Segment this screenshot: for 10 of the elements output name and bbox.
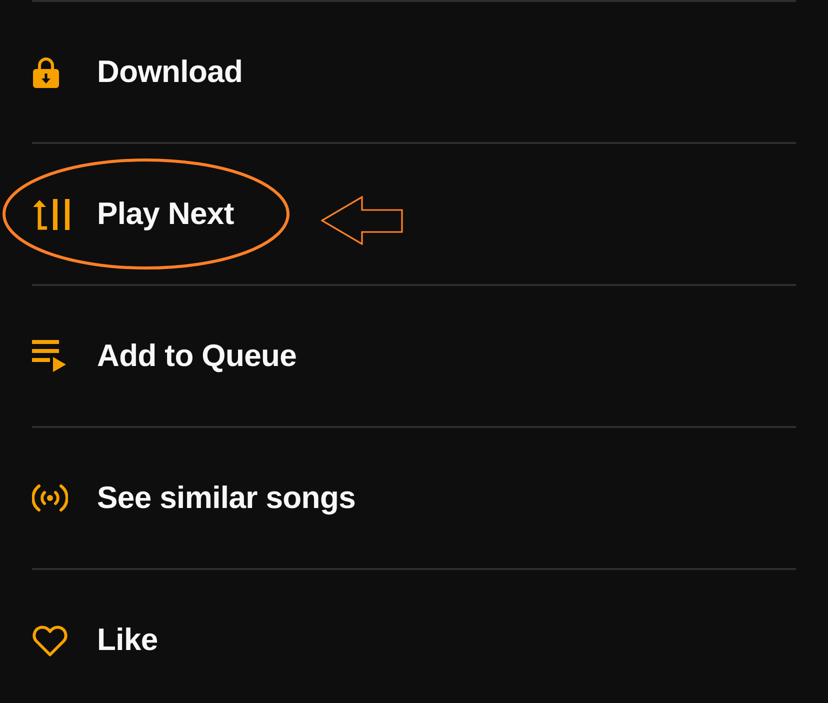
- menu-item[interactable]: See similar songs: [32, 428, 796, 568]
- menu-item[interactable]: Download: [32, 2, 796, 142]
- heart-outline-icon: [32, 624, 68, 656]
- queue-list-icon: [32, 340, 66, 372]
- broadcast-icon: [32, 484, 68, 512]
- menu-item[interactable]: Play Next: [32, 144, 796, 284]
- menu-item[interactable]: Add to Queue: [32, 286, 796, 426]
- lock-download-icon: [32, 56, 60, 88]
- menu-item[interactable]: Like: [32, 570, 796, 703]
- play-next-icon: [32, 198, 72, 230]
